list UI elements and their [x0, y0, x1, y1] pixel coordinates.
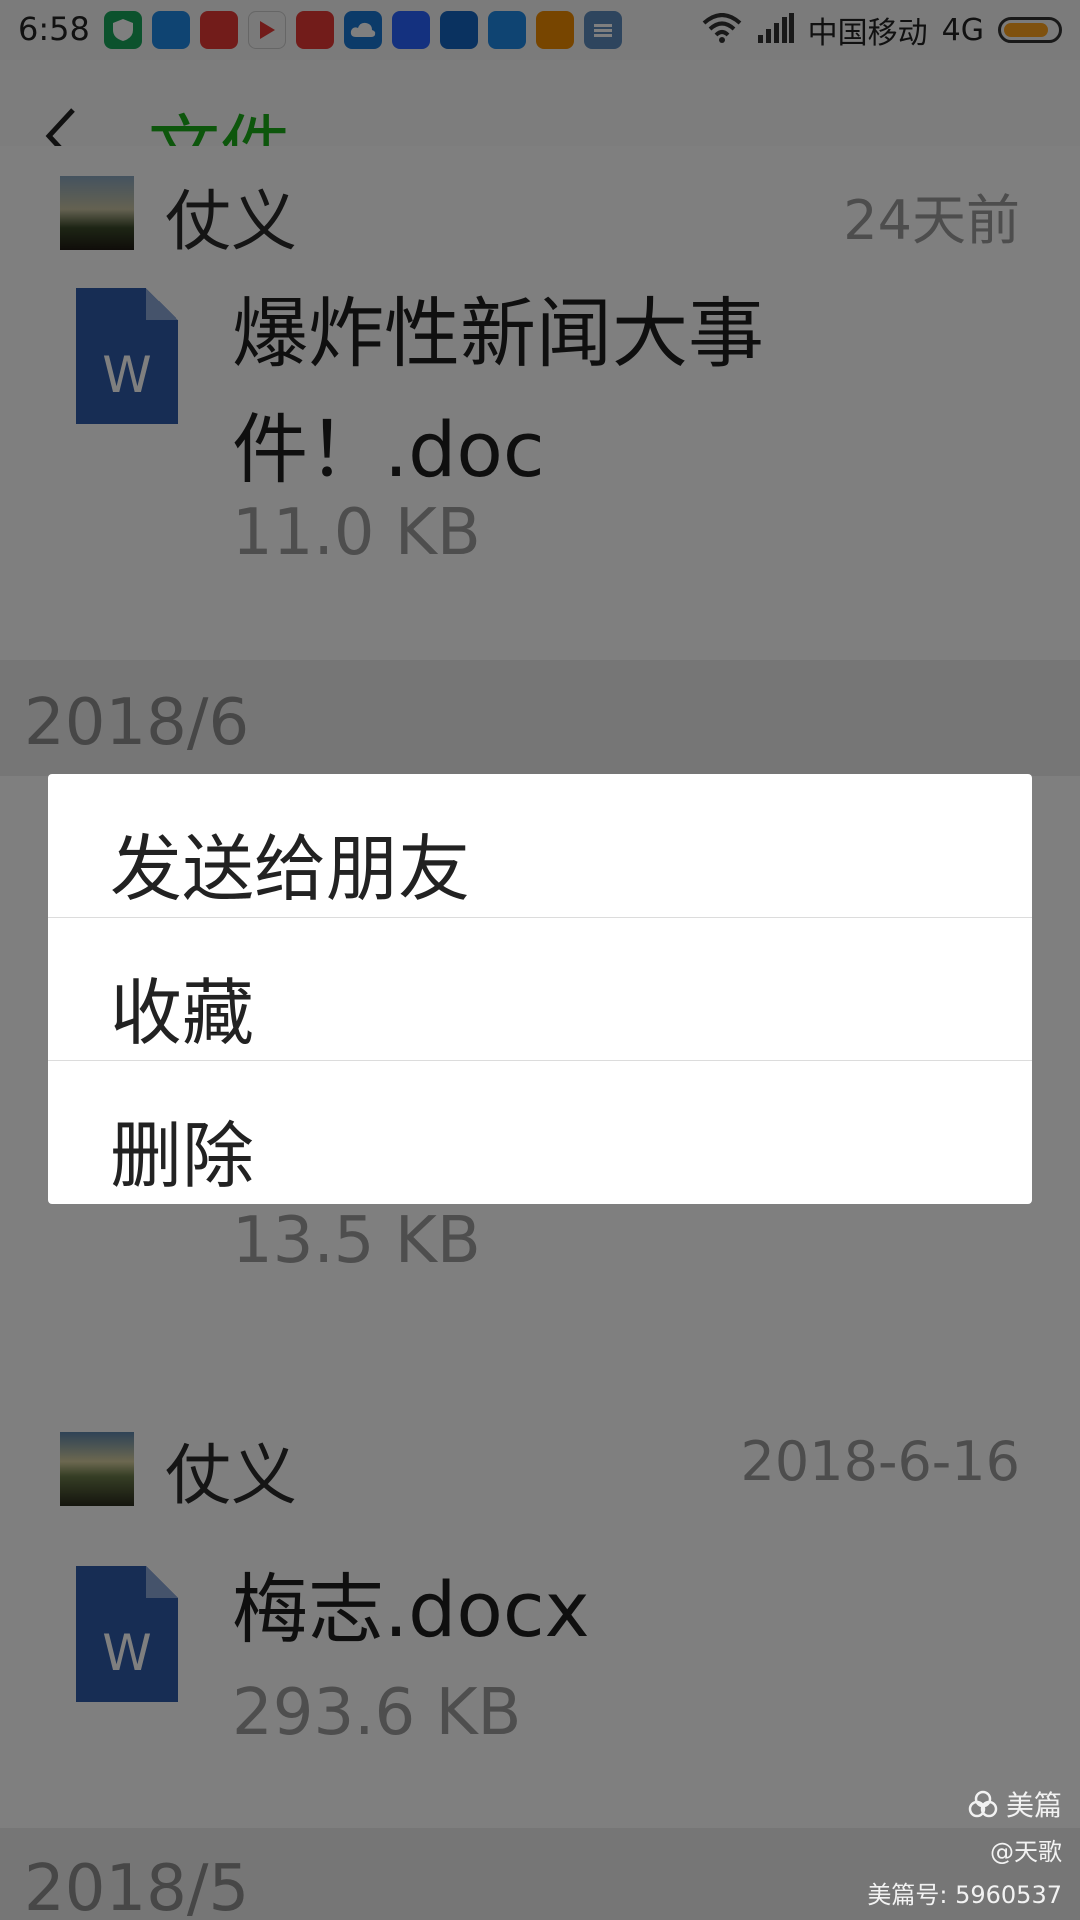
menu-item-delete[interactable]: 删除 — [48, 1060, 1032, 1204]
watermark-brand-text: 美篇 — [1005, 1789, 1062, 1822]
menu-item-favorite[interactable]: 收藏 — [48, 917, 1032, 1061]
watermark-id: 美篇号: 5960537 — [867, 1881, 1062, 1909]
menu-item-send-to-friend[interactable]: 发送给朋友 — [48, 774, 1032, 917]
watermark: 美篇 @天歌 美篇号: 5960537 — [867, 1784, 1062, 1910]
context-menu: 发送给朋友 收藏 删除 — [48, 774, 1032, 1204]
menu-item-label: 发送给朋友 — [110, 827, 471, 911]
file-list-screen: 6:58 — [0, 0, 1080, 1920]
meipian-logo-icon — [968, 1790, 998, 1818]
watermark-author: @天歌 — [990, 1838, 1062, 1866]
watermark-brand: 美篇 — [867, 1784, 1062, 1824]
menu-item-label: 删除 — [110, 1114, 255, 1198]
menu-item-label: 收藏 — [110, 971, 255, 1055]
